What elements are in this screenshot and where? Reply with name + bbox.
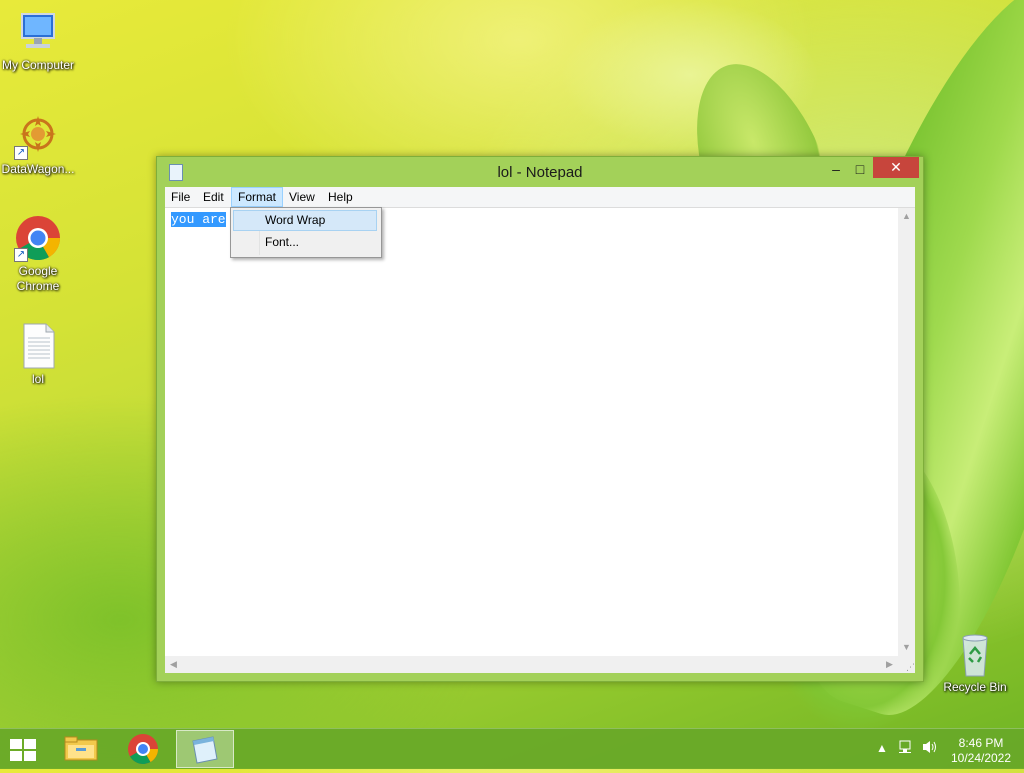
shortcut-arrow-icon: ↗ <box>14 146 28 160</box>
volume-icon[interactable] <box>921 739 939 758</box>
desktop-icon-lol[interactable]: lol <box>0 322 76 387</box>
scroll-down-icon[interactable]: ▼ <box>898 639 915 656</box>
menu-format[interactable]: Format <box>231 187 283 207</box>
selected-text: you are <box>171 212 226 227</box>
desktop-icon-label: Google Chrome <box>16 264 60 293</box>
resize-grip-icon[interactable]: ⋰ <box>898 656 915 673</box>
network-icon[interactable] <box>898 739 914 758</box>
taskbar-chrome[interactable] <box>114 730 172 768</box>
notepad-icon <box>192 736 218 764</box>
recycle-bin-icon <box>951 630 999 678</box>
menu-edit[interactable]: Edit <box>197 187 230 207</box>
scroll-up-icon[interactable]: ▲ <box>898 208 915 225</box>
scroll-right-icon[interactable]: ▶ <box>881 656 898 673</box>
windows-logo-icon <box>24 751 36 761</box>
system-clock[interactable]: 8:46 PM 10/24/2022 <box>946 736 1016 766</box>
maximize-button[interactable]: □ <box>847 160 873 180</box>
horizontal-scrollbar[interactable]: ◀ ▶ <box>165 656 898 673</box>
close-button[interactable]: ✕ <box>873 157 919 178</box>
window-title: lol - Notepad <box>497 164 583 181</box>
desktop-icon-google-chrome[interactable]: ↗ Google Chrome <box>0 214 76 294</box>
chrome-icon: ↗ <box>14 214 62 262</box>
title-bar[interactable]: lol - Notepad – □ ✕ <box>157 157 923 187</box>
shortcut-arrow-icon: ↗ <box>14 248 28 262</box>
file-explorer-icon <box>64 736 98 761</box>
menu-item-word-wrap[interactable]: Word Wrap <box>233 210 377 231</box>
windows-logo-icon <box>10 739 22 749</box>
desktop-icon-recycle-bin[interactable]: Recycle Bin <box>937 630 1013 695</box>
format-dropdown-menu: Word Wrap Font... <box>230 207 382 258</box>
desktop-icon-datawagon[interactable]: ↗ DataWagon... <box>0 112 76 177</box>
windows-logo-icon <box>10 751 22 761</box>
text-editor-area[interactable]: you are ▲ ▼ ◀ ▶ ⋰ <box>165 208 915 673</box>
taskbar-notepad[interactable] <box>176 730 234 768</box>
menu-item-font[interactable]: Font... <box>233 232 377 253</box>
datawagon-icon: ↗ <box>14 112 62 160</box>
menu-file[interactable]: File <box>165 187 196 207</box>
start-button[interactable] <box>10 739 38 761</box>
desktop-icon-label: Recycle Bin <box>943 680 1007 694</box>
menu-view[interactable]: View <box>283 187 321 207</box>
minimize-button[interactable]: – <box>823 160 849 180</box>
editor-text[interactable]: you are <box>171 212 226 227</box>
vertical-scrollbar[interactable]: ▲ ▼ <box>898 208 915 656</box>
clock-date: 10/24/2022 <box>950 751 1012 765</box>
desktop-icon-label: lol <box>31 372 44 386</box>
menu-help[interactable]: Help <box>322 187 359 207</box>
windows-logo-icon <box>24 739 36 749</box>
clock-time: 8:46 PM <box>958 736 1004 750</box>
desktop-icon-label: DataWagon... <box>1 162 75 176</box>
taskbar: ▲ 8:46 PM 10/24/2022 <box>0 728 1024 769</box>
show-hidden-icons-icon[interactable]: ▲ <box>876 741 888 755</box>
scroll-left-icon[interactable]: ◀ <box>165 656 182 673</box>
taskbar-file-explorer[interactable] <box>52 730 110 768</box>
desktop-icon-my-computer[interactable]: My Computer <box>0 8 76 73</box>
computer-icon <box>14 8 62 56</box>
menu-bar: File Edit Format View Help <box>165 187 915 208</box>
text-file-icon <box>14 322 62 370</box>
desktop-icon-label: My Computer <box>1 58 75 72</box>
chrome-icon <box>128 734 158 765</box>
